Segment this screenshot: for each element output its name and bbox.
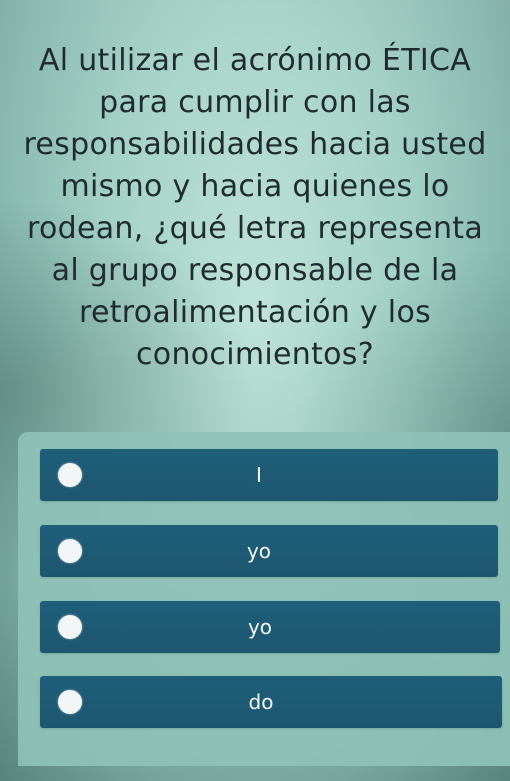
quiz-screen: Al utilizar el acrónimo ÉTICA para cumpl… [0,0,510,781]
answer-option-3[interactable]: yo [40,601,500,653]
question-text: Al utilizar el acrónimo ÉTICA para cumpl… [23,43,487,372]
answer-option-4[interactable]: do [40,676,502,728]
answer-option-label: do [248,690,274,714]
answer-option-label: yo [246,539,272,563]
answer-option-label: yo [247,615,273,639]
answer-option-label: I [256,463,262,487]
answer-option-2[interactable]: yo [40,525,498,577]
answer-option-1[interactable]: I [40,449,498,501]
